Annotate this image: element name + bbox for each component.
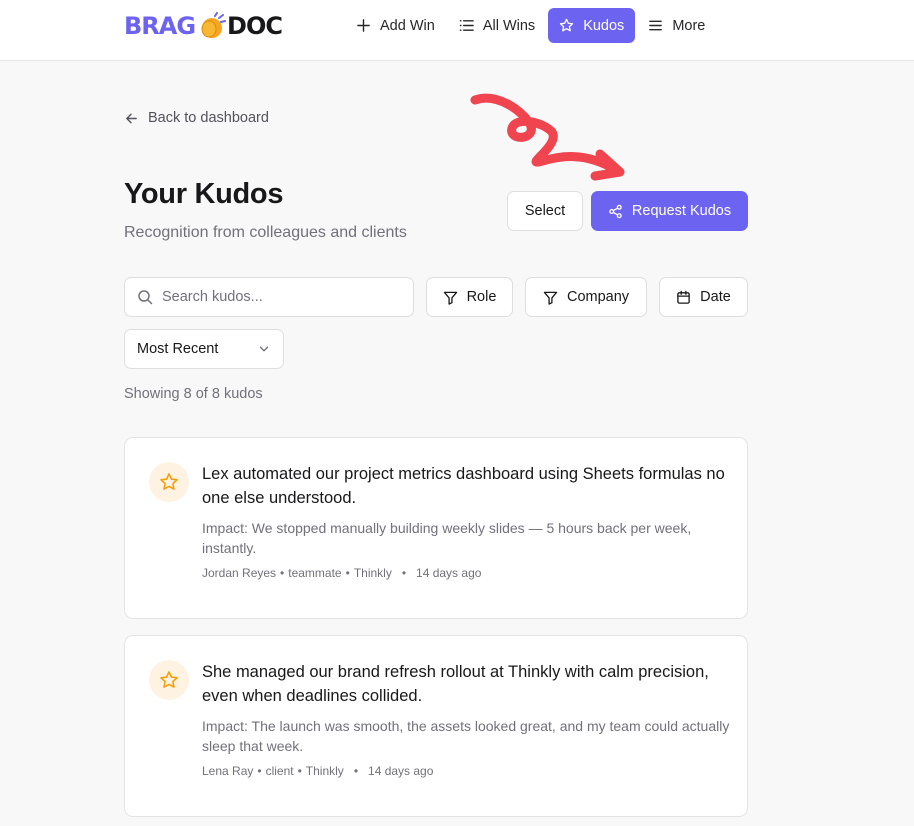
company-filter-button[interactable]: Company [525, 277, 647, 317]
star-icon [560, 18, 574, 32]
calendar-icon [677, 290, 690, 304]
nav-add-win-label: Add Win [380, 17, 435, 34]
nav-more[interactable]: More [637, 8, 716, 43]
select-button[interactable]: Select [507, 191, 583, 231]
sort-select-value: Most Recent [137, 341, 219, 357]
logo-doc-text: DOC [227, 12, 283, 40]
kudos-card: She managed our brand refresh rollout at… [124, 635, 748, 817]
kudos-impact: Impact: We stopped manually building wee… [202, 520, 692, 556]
logo-brag-text: BRAG [124, 12, 196, 40]
kudos-card: Lex automated our project metrics dashbo… [124, 437, 748, 619]
plus-icon [357, 19, 370, 32]
search-field[interactable] [124, 277, 414, 317]
share-icon [609, 204, 622, 218]
kudos-role: client [265, 764, 294, 778]
kudos-meta: Jordan Reyes • teammate • Thinkly • 14 d… [202, 566, 481, 580]
kudos-company: Thinkly [353, 566, 392, 580]
chevron-down-icon [259, 346, 269, 352]
nav-kudos-label: Kudos [583, 17, 625, 34]
back-to-dashboard-link[interactable]: Back to dashboard [124, 110, 269, 126]
search-icon [138, 290, 153, 305]
filter-icon [443, 291, 457, 305]
list-icon [459, 20, 474, 31]
nav-all-wins-label: All Wins [482, 17, 536, 34]
company-filter-label: Company [566, 289, 630, 305]
kudos-time: 14 days ago [368, 764, 434, 778]
kudos-quote: Lex automated our project metrics dashbo… [202, 465, 725, 507]
page-title: Your Kudos [124, 178, 284, 210]
squiggle-arrow-annotation [470, 93, 625, 181]
kudos-company: Thinkly [305, 764, 344, 778]
separator: • [345, 566, 350, 580]
nav-more-label: More [672, 17, 706, 34]
bragdoc-logo[interactable]: BRAG DOC [124, 12, 283, 40]
kudos-role: teammate [288, 566, 342, 580]
sort-select[interactable]: Most Recent [124, 329, 284, 369]
select-button-label: Select [524, 203, 566, 219]
nav-kudos[interactable]: Kudos [548, 8, 636, 43]
results-count: Showing 8 of 8 kudos [124, 386, 263, 402]
separator: • [257, 764, 262, 778]
star-icon [160, 473, 178, 490]
request-kudos-label: Request Kudos [631, 203, 732, 219]
search-input[interactable] [162, 289, 392, 305]
page-subtitle: Recognition from colleagues and clients [124, 224, 407, 241]
kudos-author: Lena Ray [202, 764, 254, 778]
separator: • [297, 764, 302, 778]
kudos-meta: Lena Ray • client • Thinkly • 14 days ag… [202, 764, 433, 778]
date-filter-button[interactable]: Date [659, 277, 748, 317]
role-filter-label: Role [466, 289, 497, 305]
kudos-quote: She managed our brand refresh rollout at… [202, 663, 709, 705]
nav-add-win[interactable]: Add Win [345, 8, 446, 43]
main-nav: Add Win All Wins Kudos More [345, 8, 716, 43]
kudos-time: 14 days ago [416, 566, 482, 580]
separator: • [353, 764, 359, 778]
kudos-badge [149, 660, 189, 700]
kudos-author: Jordan Reyes [202, 566, 277, 580]
top-navigation-bar: BRAG DOC Add Win All Wins Kudos More [0, 0, 914, 61]
star-icon [160, 671, 178, 688]
back-link-label: Back to dashboard [148, 110, 269, 126]
separator: • [401, 566, 407, 580]
kudos-badge [149, 462, 189, 502]
clapping-hands-icon [201, 12, 227, 38]
separator: • [280, 566, 285, 580]
filter-icon [543, 291, 558, 305]
menu-icon [649, 20, 663, 31]
request-kudos-button[interactable]: Request Kudos [591, 191, 748, 231]
arrow-left-icon [126, 113, 137, 123]
date-filter-label: Date [700, 289, 731, 305]
kudos-impact: Impact: The launch was smooth, the asset… [202, 718, 730, 754]
role-filter-button[interactable]: Role [426, 277, 513, 317]
nav-all-wins[interactable]: All Wins [448, 8, 546, 43]
